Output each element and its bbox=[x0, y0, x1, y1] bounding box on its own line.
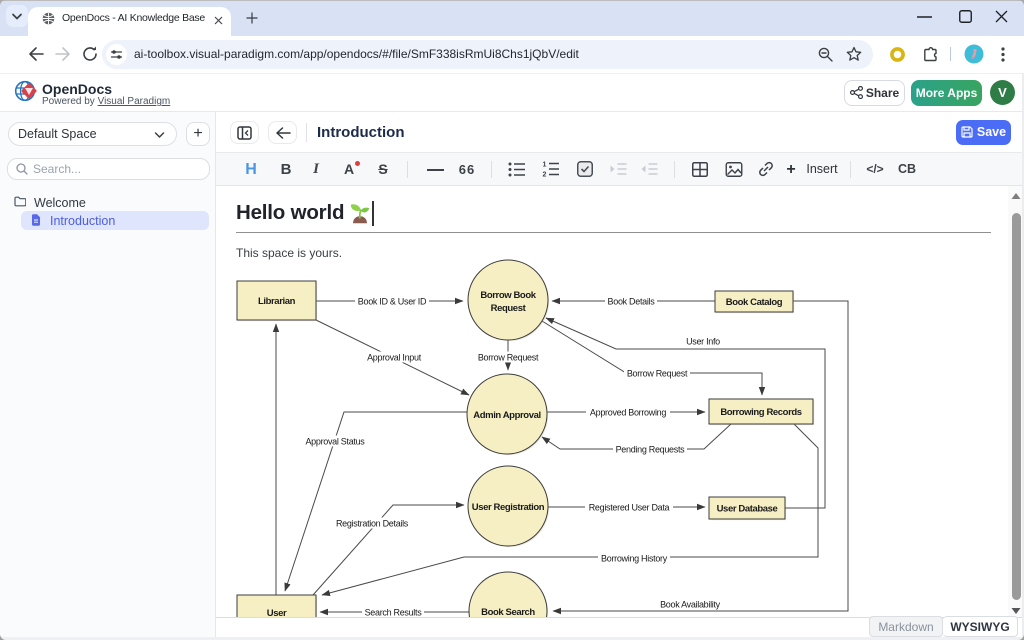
svg-text:User Info: User Info bbox=[686, 337, 720, 347]
svg-text:User Registration: User Registration bbox=[472, 502, 545, 513]
svg-text:Book Details: Book Details bbox=[608, 297, 656, 307]
svg-text:Borrowing History: Borrowing History bbox=[601, 554, 668, 564]
svg-text:Borrow Book: Borrow Book bbox=[480, 290, 536, 301]
svg-text:Pending Requests: Pending Requests bbox=[616, 445, 686, 455]
svg-text:Book ID & User ID: Book ID & User ID bbox=[358, 297, 427, 307]
svg-text:User Database: User Database bbox=[717, 504, 778, 515]
svg-text:Approved Borrowing: Approved Borrowing bbox=[590, 408, 666, 418]
svg-text:Search Results: Search Results bbox=[365, 608, 423, 618]
svg-text:Book Search: Book Search bbox=[481, 607, 535, 617]
svg-text:Book Availability: Book Availability bbox=[660, 600, 721, 610]
svg-text:2: 2 bbox=[543, 172, 547, 178]
svg-text:User: User bbox=[267, 608, 287, 617]
svg-text:Registration Details: Registration Details bbox=[336, 519, 409, 529]
svg-text:Borrow Request: Borrow Request bbox=[627, 369, 688, 379]
svg-text:1: 1 bbox=[543, 162, 547, 169]
svg-text:Approval Status: Approval Status bbox=[305, 437, 365, 447]
svg-text:Registered User Data: Registered User Data bbox=[589, 503, 670, 513]
svg-text:Book Catalog: Book Catalog bbox=[726, 297, 783, 308]
svg-text:Borrow Request: Borrow Request bbox=[478, 353, 539, 363]
svg-text:Admin Approval: Admin Approval bbox=[473, 410, 540, 421]
svg-text:Request: Request bbox=[491, 303, 527, 314]
svg-text:Approval Input: Approval Input bbox=[367, 353, 422, 363]
svg-text:Borrowing Records: Borrowing Records bbox=[720, 407, 801, 418]
svg-text:Librarian: Librarian bbox=[258, 296, 296, 307]
